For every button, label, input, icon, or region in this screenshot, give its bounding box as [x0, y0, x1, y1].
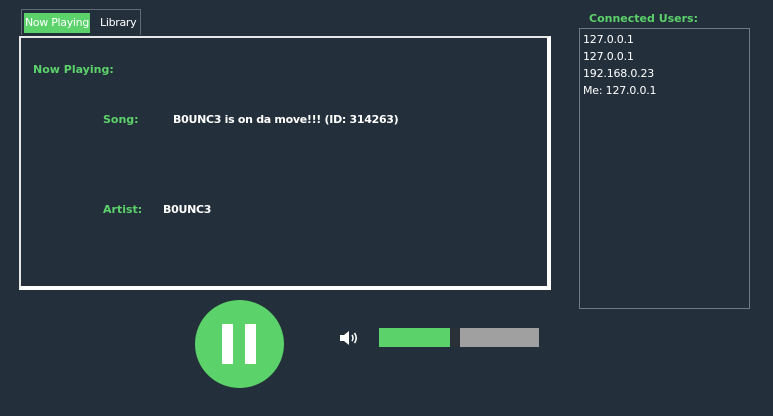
user-item[interactable]: 127.0.0.1	[580, 48, 749, 65]
connected-users-title: Connected Users:	[589, 12, 699, 25]
pause-icon	[222, 324, 233, 364]
now-playing-panel: Now Playing: Song: B0UNC3 is on da move!…	[19, 36, 551, 290]
user-item[interactable]: 192.168.0.23	[580, 65, 749, 82]
speaker-icon[interactable]	[338, 328, 362, 348]
connected-users-list[interactable]: 127.0.0.1 127.0.0.1 192.168.0.23 Me: 127…	[579, 28, 750, 309]
artist-value: B0UNC3	[163, 203, 212, 216]
user-item[interactable]: 127.0.0.1	[580, 31, 749, 48]
volume-fill	[379, 328, 450, 347]
tab-bar: Now Playing Library	[21, 9, 141, 35]
volume-slider[interactable]	[379, 328, 539, 347]
pause-button[interactable]	[195, 300, 284, 388]
tab-now-playing[interactable]: Now Playing	[24, 13, 90, 33]
tab-library[interactable]: Library	[100, 13, 137, 33]
user-item[interactable]: Me: 127.0.0.1	[580, 82, 749, 99]
pause-icon-bar	[245, 324, 256, 364]
song-value: B0UNC3 is on da move!!! (ID: 314263)	[173, 113, 399, 126]
artist-label: Artist:	[103, 203, 143, 216]
now-playing-heading: Now Playing:	[33, 63, 114, 76]
song-label: Song:	[103, 113, 139, 126]
volume-handle[interactable]	[450, 328, 460, 347]
